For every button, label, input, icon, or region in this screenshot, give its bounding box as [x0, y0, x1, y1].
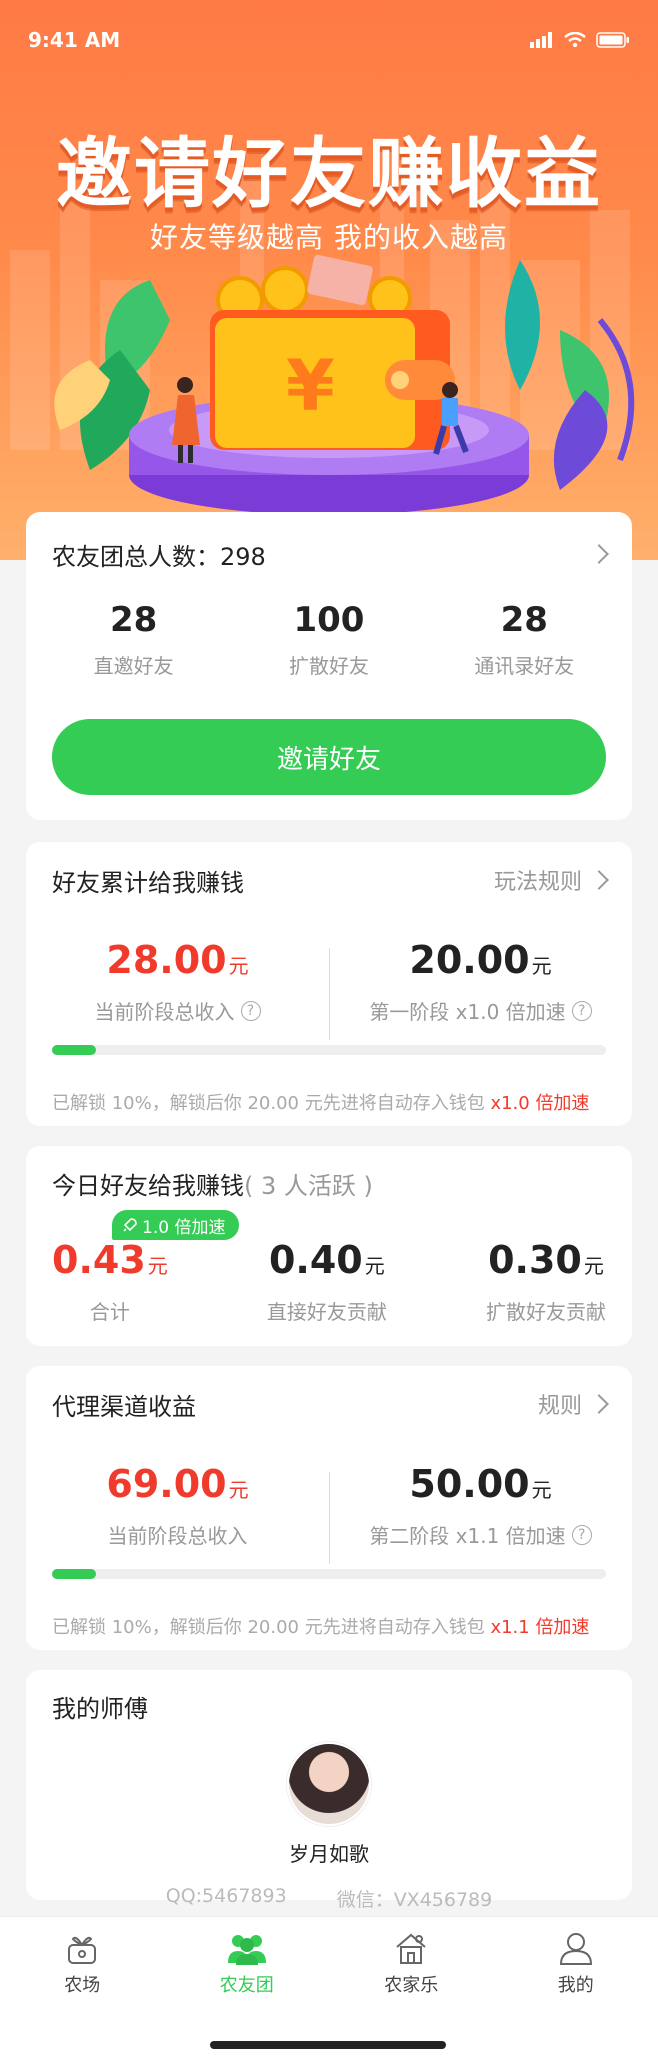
master-title: 我的师傅 — [52, 1694, 148, 1723]
divider — [329, 1472, 330, 1564]
stat-direct-friends[interactable]: 28 直邀好友 — [44, 600, 224, 679]
help-icon[interactable]: ? — [240, 1000, 261, 1021]
agent-stage-income: 50.00 元 第二阶段 x1.1 倍加速 ? — [329, 1462, 632, 1549]
divider — [329, 948, 330, 1040]
hero-title: 邀请好友赚收益 — [56, 129, 602, 218]
bottom-tab-bar: 农场 农友团 农家乐 我的 — [0, 1916, 658, 2063]
today-direct: 0.40 元 直接好友贡献 — [266, 1238, 387, 1324]
agent-unlock-note: 已解锁 10%，解锁后你 20.00 元先进将自动存入钱包 x1.1 倍加速 — [52, 1617, 590, 1638]
signal-icon — [530, 32, 552, 48]
stat-label: 扩散好友 — [288, 654, 369, 678]
team-card: 农友团总人数：298 28 直邀好友 100 扩散好友 28 通讯录好友 邀请好… — [26, 512, 632, 820]
stat-value: 100 — [293, 600, 365, 640]
friend-earnings-title: 好友累计给我赚钱 — [52, 868, 244, 897]
farm-icon — [68, 1936, 97, 1964]
friend-earnings-header: 好友累计给我赚钱 玩法规则 — [26, 842, 632, 918]
chevron-right-icon — [589, 1394, 609, 1414]
team-header[interactable]: 农友团总人数：298 — [26, 512, 632, 596]
help-icon[interactable]: ? — [571, 1524, 592, 1545]
profile-icon — [559, 1933, 592, 1965]
current-income-label: 当前阶段总收入 ? — [26, 996, 329, 1025]
stat-label: 直邀好友 — [93, 654, 174, 678]
today-total: 0.43 元 合计 — [52, 1238, 168, 1324]
agent-header: 代理渠道收益 规则 — [26, 1366, 632, 1442]
help-icon[interactable]: ? — [571, 1000, 592, 1021]
agent-progress-fill — [52, 1569, 97, 1579]
stat-value: 28 — [109, 600, 158, 640]
avatar[interactable] — [287, 1742, 371, 1826]
chevron-right-icon — [589, 870, 609, 890]
group-icon — [227, 1935, 266, 1965]
rules-link-label: 玩法规则 — [493, 870, 582, 895]
wifi-icon — [564, 32, 586, 48]
master-name: 岁月如歌 — [289, 1842, 369, 1866]
stage-income-label: 第一阶段 x1.0 倍加速 ? — [329, 996, 632, 1025]
tab-group[interactable]: 农友团 — [187, 1929, 307, 1997]
unlock-note: 已解锁 10%，解锁后你 20.00 元先进将自动存入钱包 x1.0 倍加速 — [52, 1093, 590, 1114]
stat-value: 28 — [500, 600, 548, 640]
hero-banner: 邀请好友赚收益 好友等级越高 我的收入越高 ¥ — [0, 0, 658, 560]
stat-spread-friends[interactable]: 100 扩散好友 — [239, 600, 419, 679]
team-stats: 28 直邀好友 100 扩散好友 28 通讯录好友 — [26, 600, 632, 679]
current-income-amount: 28.00 元 — [106, 938, 249, 982]
agent-rules-link[interactable]: 规则 — [537, 1388, 609, 1420]
friend-earnings-amounts: 28.00 元 当前阶段总收入 ? 20.00 元 第一阶段 x1.0 倍加速 ? — [26, 938, 632, 1040]
agent-earnings-card: 代理渠道收益 规则 69.00 元 当前阶段总收入 50.00 元 第二阶段 x1.… — [26, 1366, 632, 1650]
tab-farm[interactable]: 农场 — [22, 1929, 142, 1997]
status-icons — [530, 32, 630, 48]
status-time: 9:41 AM — [28, 28, 121, 52]
today-header: 今日好友给我赚钱( 3 人活跃 ) — [26, 1146, 632, 1220]
unlock-progress-bar — [52, 1045, 606, 1055]
hero-currency-symbol: ¥ — [286, 345, 335, 427]
master-contacts: QQ:5467893 微信：VX456789 — [26, 1885, 632, 1912]
invite-friends-button[interactable]: 邀请好友 — [52, 719, 606, 795]
rules-link[interactable]: 玩法规则 — [493, 864, 609, 896]
master-qq: QQ:5467893 — [165, 1885, 287, 1907]
battery-icon — [596, 32, 629, 48]
team-total-label: 农友团总人数：298 — [52, 542, 266, 571]
master-card: 我的师傅 岁月如歌 QQ:5467893 微信：VX456789 — [26, 1670, 632, 1911]
agent-amounts: 69.00 元 当前阶段总收入 50.00 元 第二阶段 x1.1 倍加速 ? — [26, 1462, 632, 1564]
today-title: 今日好友给我赚钱( 3 人活跃 ) — [52, 1171, 373, 1200]
today-earnings-card: 今日好友给我赚钱( 3 人活跃 ) 1.0 倍加速 0.43 元 合计 0.40 元… — [26, 1146, 632, 1346]
tab-profile[interactable]: 我的 — [516, 1929, 636, 1997]
agent-title: 代理渠道收益 — [52, 1392, 196, 1421]
unlock-progress-fill — [52, 1045, 97, 1055]
boost-badge: 1.0 倍加速 — [112, 1210, 240, 1240]
today-amounts: 1.0 倍加速 0.43 元 合计 0.40 元 直接好友贡献 0.30 元 扩散好友… — [26, 1210, 632, 1325]
status-bar: 9:41 AM — [0, 0, 658, 80]
stat-contact-friends[interactable]: 28 通讯录好友 — [434, 600, 614, 679]
friend-earnings-card: 好友累计给我赚钱 玩法规则 28.00 元 当前阶段总收入 ? 20.00 元 第一… — [26, 842, 632, 1126]
home-indicator — [210, 2041, 446, 2049]
farmhouse-icon — [396, 1933, 426, 1964]
agent-current-income: 69.00 元 当前阶段总收入 — [106, 1462, 249, 1548]
master-header: 我的师傅 — [26, 1670, 632, 1742]
agent-progress-bar — [52, 1569, 606, 1579]
rocket-icon — [123, 1218, 137, 1232]
chevron-right-icon — [589, 544, 609, 564]
stage-income: 20.00 元 第一阶段 x1.0 倍加速 ? — [329, 938, 632, 1025]
current-income: 28.00 元 当前阶段总收入 ? — [26, 938, 329, 1025]
master-wechat: 微信：VX456789 — [336, 1889, 493, 1911]
stat-label: 通讯录好友 — [474, 654, 575, 678]
today-spread: 0.30 元 扩散好友贡献 — [485, 1238, 606, 1324]
tab-farmhouse[interactable]: 农家乐 — [351, 1929, 471, 1997]
stage-income-amount: 20.00 元 — [409, 938, 552, 982]
rules-link-label: 规则 — [537, 1394, 582, 1419]
active-count: ( 3 人活跃 ) — [244, 1171, 373, 1200]
